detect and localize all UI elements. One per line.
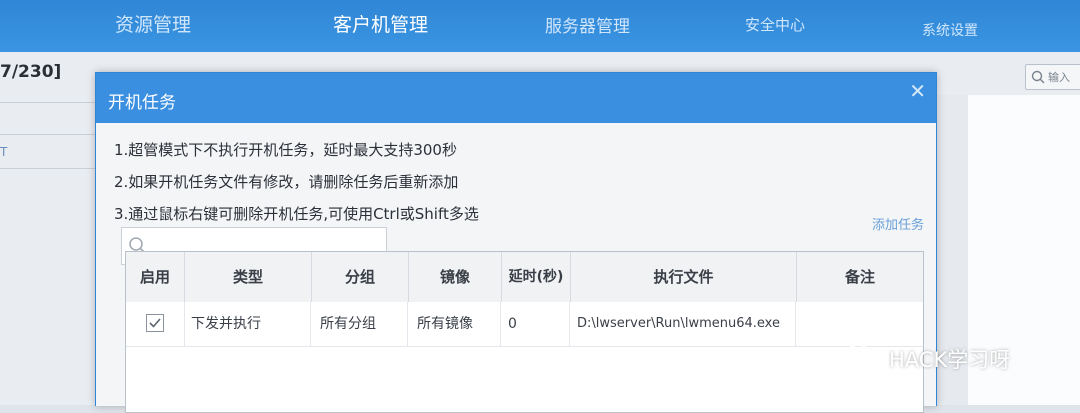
cell-image: 所有镜像 [409, 302, 501, 346]
enabled-checkbox[interactable] [146, 314, 164, 332]
task-table: 启用 类型 分组 镜像 延时(秒) 执行文件 备注 下发并执行 所有分组 所有镜… [125, 251, 924, 413]
note-1: 1.超管模式下不执行开机任务，延时最大支持300秒 [114, 141, 457, 159]
note-3: 3.通过鼠标右键可删除开机任务,可使用Ctrl或Shift多选 [114, 205, 479, 223]
cell-type: 下发并执行 [185, 302, 311, 346]
col-type[interactable]: 类型 [185, 252, 312, 302]
nav-item-resources[interactable]: 资源管理 [115, 10, 191, 37]
cell-group: 所有分组 [312, 302, 408, 346]
cell-enabled [126, 302, 185, 346]
search-placeholder: 输入 [1048, 71, 1070, 84]
cell-note [797, 302, 923, 346]
col-delay[interactable]: 延时(秒) [502, 252, 571, 302]
watermark-text: HACK学习呀 [889, 348, 1011, 372]
divider [0, 168, 95, 169]
startup-task-dialog: 开机任务 ✕ 1.超管模式下不执行开机任务，延时最大支持300秒 2.如果开机任… [95, 72, 937, 413]
note-2: 2.如果开机任务文件有修改，请删除任务后重新添加 [114, 173, 459, 191]
col-note[interactable]: 备注 [797, 252, 923, 302]
wechat-icon [846, 344, 877, 370]
nav-item-settings[interactable]: 系统设置 [922, 20, 978, 40]
background-search-input[interactable]: 输入 [1025, 64, 1080, 90]
cell-delay: 0 [502, 302, 570, 346]
check-icon [149, 318, 161, 328]
dialog-header: 开机任务 ✕ [96, 73, 936, 123]
top-nav: 资源管理 客户机管理 服务器管理 安全中心 系统设置 [0, 0, 1080, 52]
col-enabled[interactable]: 启用 [126, 252, 185, 302]
col-group[interactable]: 分组 [312, 252, 409, 302]
table-row[interactable]: 下发并执行 所有分组 所有镜像 0 D:\lwserver\Run\lwmenu… [126, 302, 923, 347]
nav-item-clients[interactable]: 客户机管理 [333, 10, 428, 37]
close-icon[interactable]: ✕ [909, 79, 926, 103]
table-header: 启用 类型 分组 镜像 延时(秒) 执行文件 备注 [126, 252, 923, 303]
col-file[interactable]: 执行文件 [571, 252, 797, 302]
side-mark: T [0, 145, 8, 159]
divider [0, 102, 95, 103]
add-task-link[interactable]: 添加任务 [872, 214, 924, 233]
nav-item-servers[interactable]: 服务器管理 [545, 12, 630, 37]
divider [0, 134, 95, 135]
nav-item-security[interactable]: 安全中心 [745, 14, 805, 35]
cell-file: D:\lwserver\Run\lwmenu64.exe [571, 302, 796, 346]
col-image[interactable]: 镜像 [409, 252, 502, 302]
dialog-title: 开机任务 [108, 93, 176, 113]
client-count: 7/230] [0, 62, 62, 82]
search-icon [1031, 70, 1045, 84]
